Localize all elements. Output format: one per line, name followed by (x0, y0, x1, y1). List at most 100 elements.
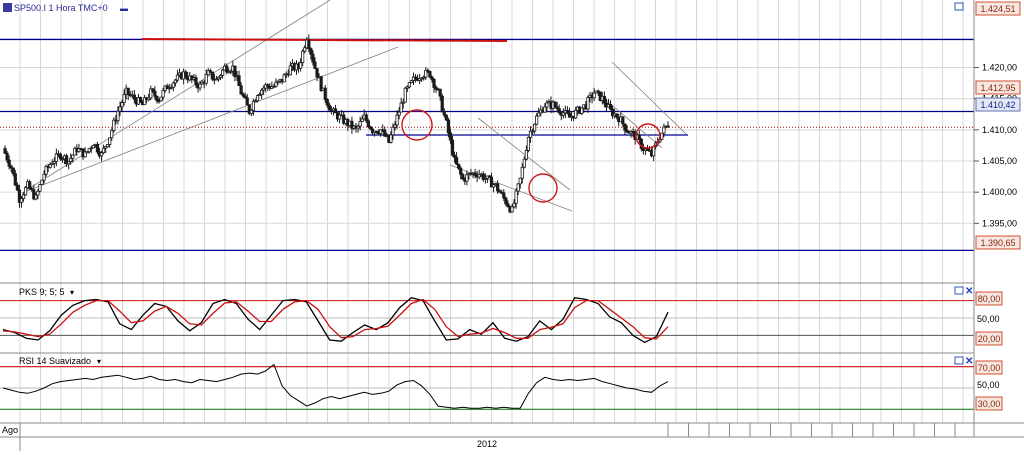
candle-up (171, 82, 175, 88)
candle-up (159, 96, 163, 102)
candle-up (303, 47, 307, 52)
candle-down (138, 97, 143, 103)
pks-level-80-tag: 80,00 (975, 291, 1003, 306)
candle-down (58, 153, 63, 160)
candle-up (112, 119, 116, 131)
time-axis-year-label: 2012 (477, 439, 497, 449)
price-tag-low-label: 1.390,65 (980, 238, 1015, 248)
candle-up (69, 157, 73, 162)
candle-down (565, 110, 570, 114)
rsi-level-30-tag: 30,00 (975, 396, 1003, 411)
candle-down (506, 203, 510, 208)
candle-down (307, 39, 311, 49)
candle-up (580, 107, 584, 114)
candle-down (364, 114, 368, 122)
candle-down (615, 113, 619, 118)
candle-up (537, 112, 541, 117)
candle-down (623, 123, 627, 131)
candle-up (99, 152, 104, 157)
candle-up (535, 115, 539, 125)
price-axis-tick-label: 1.405,00 (982, 156, 1017, 166)
candle-down (444, 114, 448, 121)
candle-down (602, 95, 606, 104)
candle-up (251, 101, 256, 111)
pks-panel-title-text: PKS 9; 5; 5 (19, 287, 65, 297)
candle-up (282, 74, 286, 83)
rsi-level-50-label: 50,00 (977, 380, 1000, 390)
rsi-menu-arrow-icon: ▾ (97, 357, 101, 366)
candle-down (28, 181, 32, 190)
rsi-panel-close-button[interactable]: ✕ (965, 356, 973, 367)
pks-panel-maximize-button[interactable] (954, 286, 964, 295)
candle-down (245, 97, 249, 106)
candle-up (522, 158, 526, 168)
candle-up (465, 174, 469, 182)
symbol-icon (3, 3, 12, 12)
close-icon: ✕ (965, 286, 973, 297)
candle-down (366, 120, 370, 128)
candle-down (7, 159, 11, 167)
candle-down (315, 68, 319, 78)
pks-panel-close-button[interactable]: ✕ (965, 286, 973, 297)
price-panel-maximize-button[interactable] (954, 2, 964, 11)
candle-up (403, 87, 407, 103)
candle-up (399, 102, 403, 113)
candle-up (574, 109, 578, 119)
candle-down (327, 104, 331, 111)
candle-down (504, 197, 508, 205)
candle-up (221, 69, 225, 76)
rsi-level-70-label: 70,00 (978, 363, 1001, 373)
price-tag-low: 1.390,65 (975, 235, 1021, 250)
candle-up (397, 111, 401, 116)
candle-down (446, 119, 450, 134)
candle-up (120, 102, 124, 108)
candle-down (557, 108, 561, 114)
candle-up (518, 177, 522, 185)
candle-down (459, 167, 463, 175)
candle-up (395, 114, 399, 126)
candle-up (520, 166, 524, 179)
candle-down (502, 192, 506, 199)
candle-up (48, 164, 52, 168)
candle-up (173, 79, 178, 84)
candle-down (440, 95, 444, 113)
candle-down (311, 53, 315, 63)
time-axis-start-label: Ago (2, 425, 18, 435)
candle-up (118, 106, 122, 112)
candle-up (204, 74, 208, 84)
candle-down (233, 65, 237, 78)
candle-up (301, 50, 305, 64)
candle-up (652, 146, 656, 157)
candle-down (126, 87, 130, 95)
candle-down (95, 143, 100, 153)
pks-level-20-label: 20,00 (978, 334, 1001, 344)
rsi-panel-title[interactable]: RSI 14 Suavizado ▾ (19, 356, 101, 366)
candle-down (155, 95, 159, 102)
candle-up (407, 82, 411, 88)
candle-down (637, 134, 641, 140)
candle-down (553, 101, 557, 108)
candle-down (608, 103, 613, 110)
candle-up (358, 121, 362, 127)
rsi-panel-maximize-button[interactable] (954, 356, 964, 365)
rsi-level-70-tag: 70,00 (975, 360, 1003, 375)
price-tag-high-label: 1.412,95 (980, 83, 1015, 93)
price-tag-high: 1.412,95 (975, 80, 1021, 95)
candle-up (274, 81, 278, 87)
price-axis-tick-label: 1.395,00 (982, 218, 1017, 228)
candle-up (545, 102, 549, 108)
candle-up (516, 183, 520, 192)
candle-up (299, 62, 303, 69)
candle-up (116, 110, 120, 122)
candle-up (40, 179, 44, 185)
candle-down (239, 85, 243, 95)
candle-down (153, 90, 157, 97)
candle-up (108, 137, 112, 145)
price-tag-top-label: 1.424,51 (980, 4, 1015, 14)
pks-level-20-tag: 20,00 (975, 331, 1003, 346)
candle-up (71, 154, 75, 159)
price-tag-top: 1.424,51 (975, 1, 1021, 16)
candle-up (23, 187, 28, 196)
candle-up (391, 126, 395, 136)
candle-up (198, 83, 202, 89)
